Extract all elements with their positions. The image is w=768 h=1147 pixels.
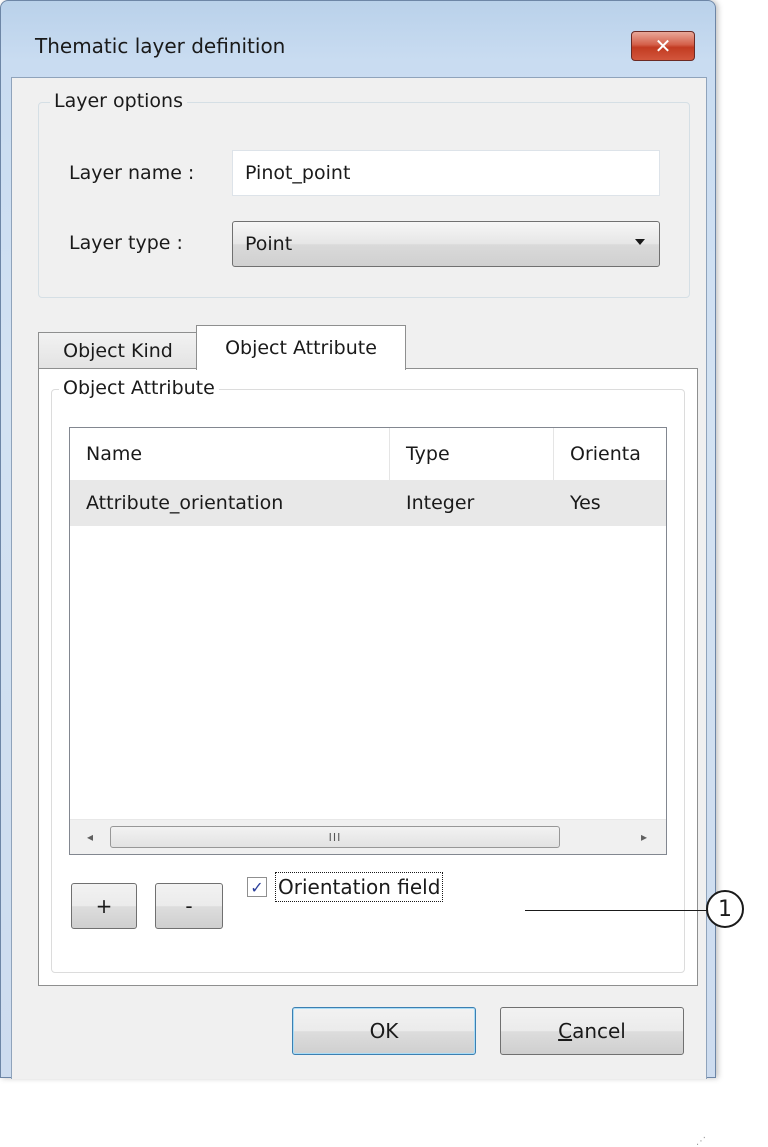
checkmark-icon: ✓: [250, 877, 264, 897]
layer-options-group: [38, 102, 690, 298]
tab-object-attribute-label: Object Attribute: [225, 337, 377, 359]
scroll-left-icon[interactable]: ◂: [80, 828, 100, 846]
remove-attribute-button[interactable]: -: [155, 883, 223, 929]
close-button[interactable]: ✕: [631, 31, 695, 61]
layer-name-label: Layer name :: [69, 162, 195, 184]
callout-marker: 1: [706, 890, 744, 928]
close-icon: ✕: [654, 34, 672, 58]
callout-leader-line: [525, 910, 707, 911]
layer-name-field[interactable]: Pinot_point: [232, 150, 660, 196]
layer-name-value: Pinot_point: [245, 162, 351, 184]
object-attribute-legend: Object Attribute: [59, 377, 219, 399]
chevron-down-icon: [635, 239, 645, 245]
column-header-orientation[interactable]: Orienta: [554, 428, 666, 480]
scroll-thumb[interactable]: III: [110, 826, 560, 848]
grip-icon: III: [328, 830, 342, 844]
layer-options-legend: Layer options: [50, 90, 187, 112]
cell-attribute-name: Attribute_orientation: [86, 492, 284, 514]
layer-type-dropdown[interactable]: Point: [232, 221, 660, 267]
tab-object-attribute[interactable]: Object Attribute: [196, 325, 406, 370]
attribute-list[interactable]: Name Type Orienta Attribute_orientation …: [69, 427, 667, 855]
tab-object-kind-label: Object Kind: [63, 339, 173, 362]
orientation-field-label[interactable]: Orientation field: [274, 872, 444, 902]
orientation-field-checkbox[interactable]: ✓: [247, 877, 267, 897]
column-header-name[interactable]: Name: [70, 428, 390, 480]
scroll-right-icon[interactable]: ▸: [634, 828, 654, 846]
add-attribute-button[interactable]: +: [71, 883, 137, 929]
window-title: Thematic layer definition: [35, 34, 286, 58]
layer-type-label: Layer type :: [69, 232, 183, 254]
cell-attribute-orientation: Yes: [570, 492, 601, 514]
column-header-type[interactable]: Type: [390, 428, 554, 480]
tab-object-kind[interactable]: Object Kind: [38, 332, 198, 368]
ok-button[interactable]: OK: [292, 1007, 476, 1055]
dialog-window: Thematic layer definition ✕ Layer option…: [0, 0, 716, 1147]
cancel-button-label: Cancel: [558, 1019, 626, 1043]
resize-grip-icon[interactable]: ⋰: [696, 1136, 706, 1147]
attribute-list-header: Name Type Orienta: [70, 428, 666, 480]
table-row[interactable]: Attribute_orientation Integer Yes: [70, 480, 666, 526]
dialog-client-area: Layer options Layer name : Pinot_point L…: [11, 77, 707, 1147]
cancel-button[interactable]: Cancel: [500, 1007, 684, 1055]
horizontal-scrollbar[interactable]: ◂ III ▸: [70, 819, 666, 854]
layer-type-value: Point: [245, 233, 293, 255]
cell-attribute-type: Integer: [406, 492, 475, 514]
